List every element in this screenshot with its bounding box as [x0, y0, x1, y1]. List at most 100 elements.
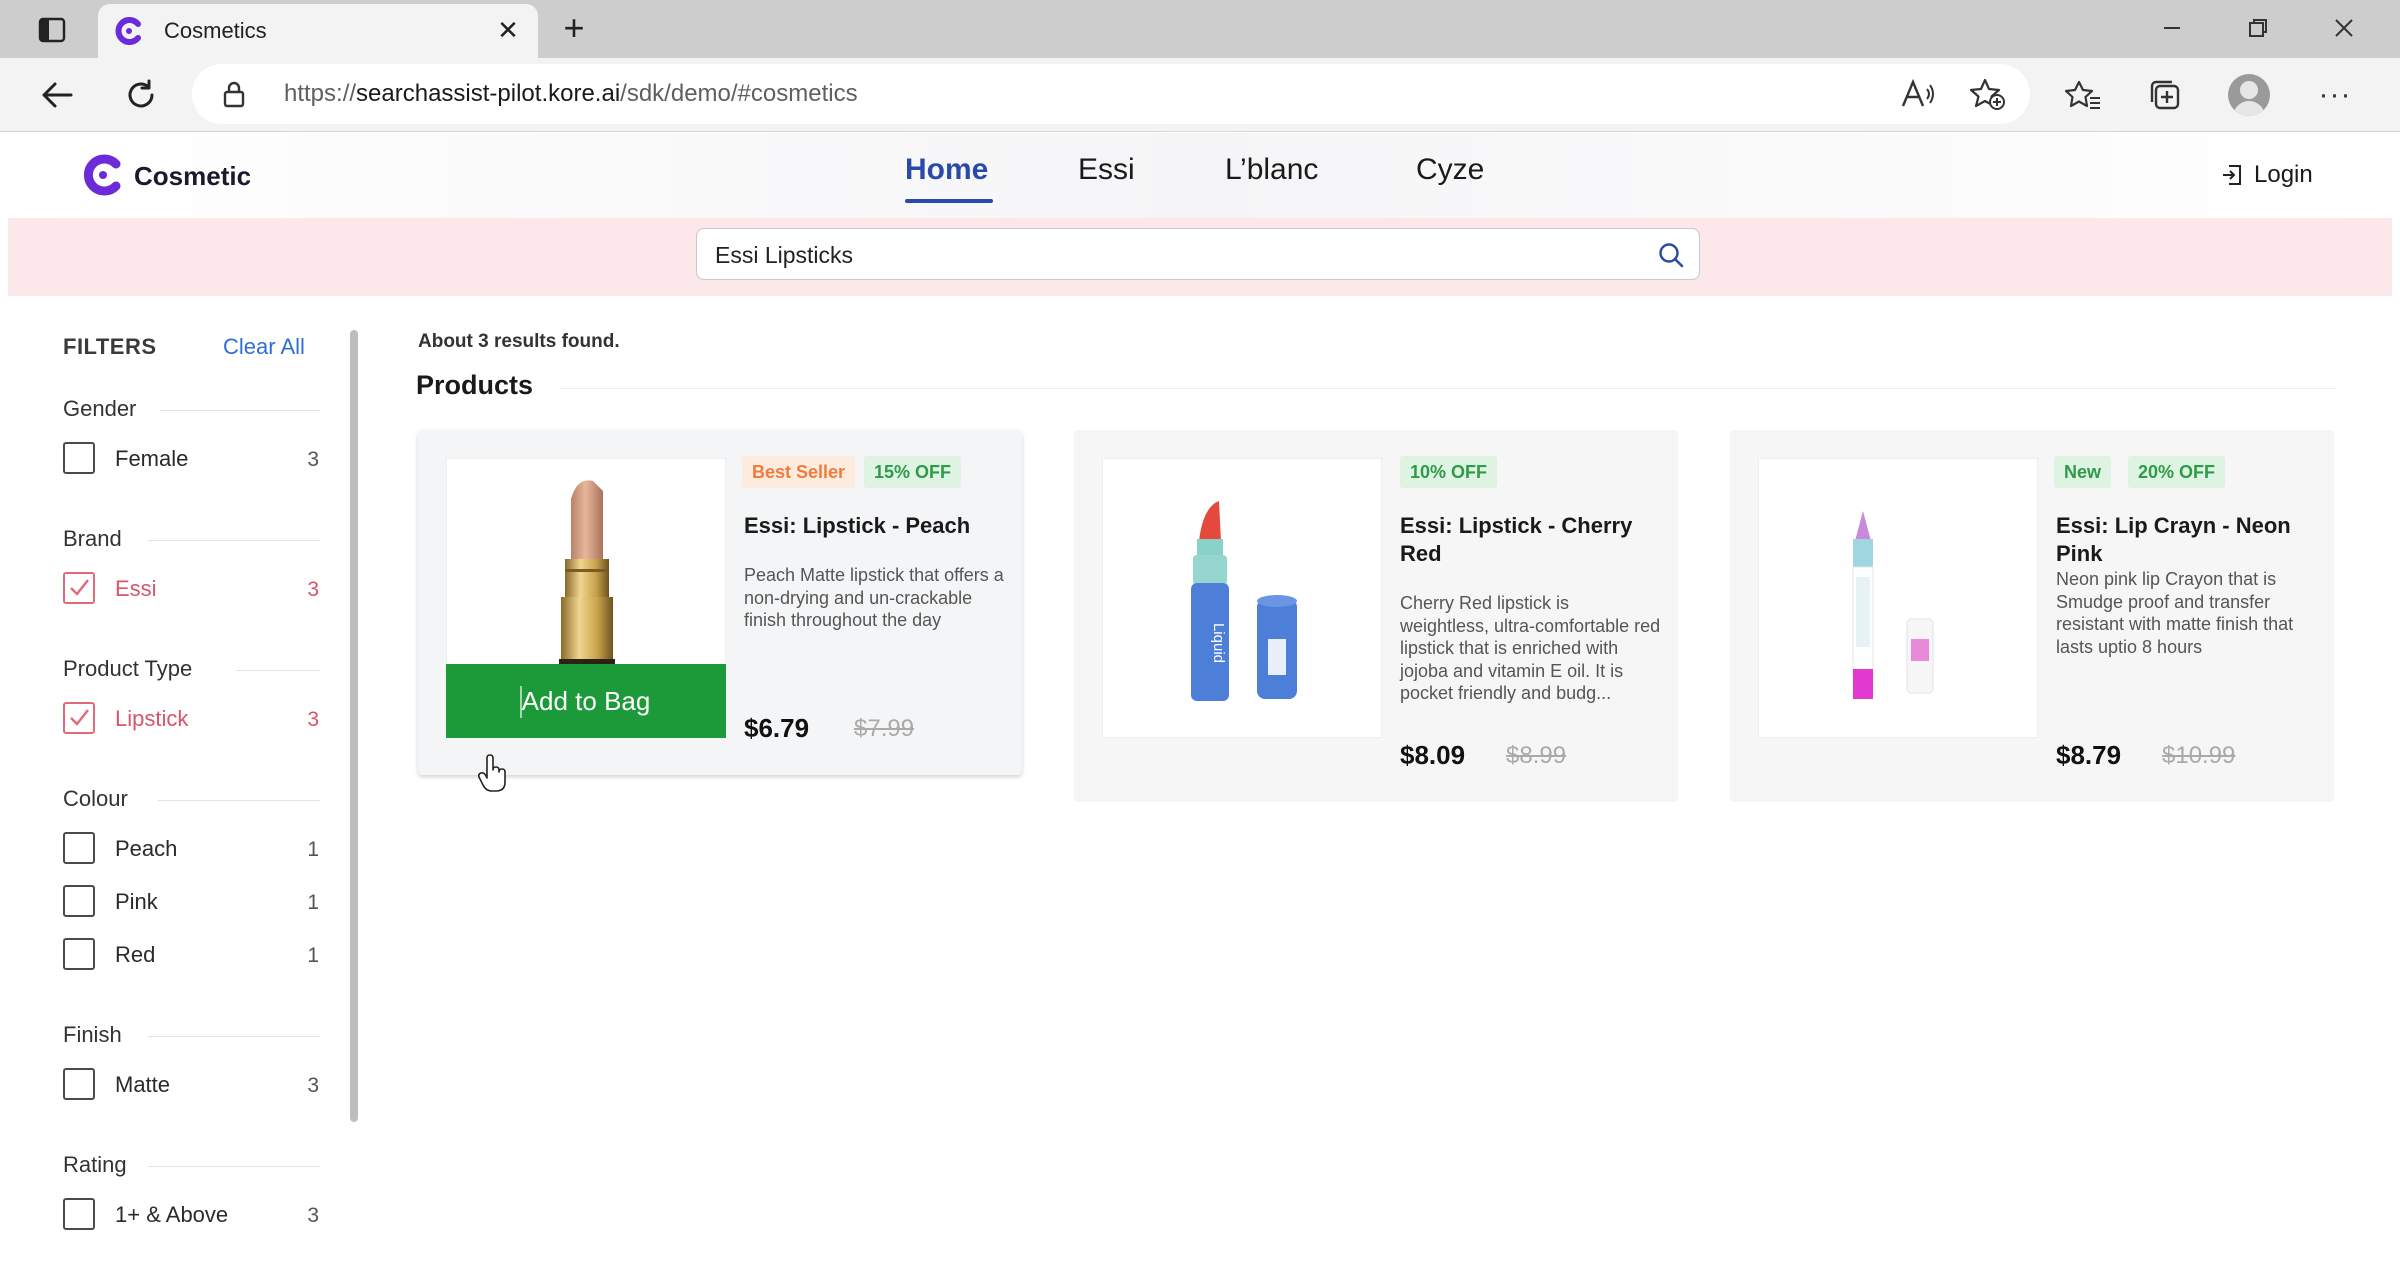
facet-essi[interactable]: Essi 3 [63, 572, 319, 606]
product-image[interactable] [1758, 458, 2038, 738]
product-image[interactable]: Liquid [1102, 458, 1382, 738]
product-description: Peach Matte lipstick that offers a non-d… [744, 565, 1004, 630]
window-close-button[interactable] [2314, 8, 2374, 48]
reload-icon [128, 79, 154, 108]
facet-count: 1 [307, 891, 319, 914]
search-box[interactable] [696, 228, 1700, 280]
divider [148, 540, 320, 541]
read-aloud-icon [1901, 79, 1934, 107]
filter-group-rating: Rating [63, 1152, 127, 1177]
results-count: About 3 results found. [418, 331, 620, 352]
facet-count: 3 [307, 708, 319, 731]
product-description: Cherry Red lipstick is weightless, ultra… [1400, 593, 1661, 703]
plus-icon: + [563, 7, 585, 48]
logo-text[interactable]: Cosmetic [134, 161, 251, 192]
tab-close-button[interactable]: ✕ [492, 14, 524, 46]
minimize-button[interactable] [2142, 8, 2202, 48]
checkbox[interactable] [63, 885, 95, 917]
button-separator [520, 686, 522, 718]
facet-peach[interactable]: Peach 1 [63, 832, 319, 866]
more-menu-button[interactable]: ··· [2312, 74, 2358, 116]
filters-sidebar: FILTERS Clear All Gender Female 3 Brand … [8, 296, 360, 1275]
product-title[interactable]: Essi: Lipstick - Peach [744, 512, 1004, 540]
restore-button[interactable] [2228, 8, 2288, 48]
filters-title: FILTERS [63, 334, 157, 359]
facet-pink[interactable]: Pink 1 [63, 885, 319, 919]
login-icon [2223, 165, 2241, 185]
browser-tab-active[interactable]: Cosmetics ✕ [98, 4, 538, 58]
active-menu-underline [905, 199, 993, 203]
favorites-button[interactable] [2062, 74, 2104, 116]
divider [148, 1166, 320, 1167]
product-card[interactable]: New 20% OFF Essi: Lip Crayn - Neon Pink … [1730, 430, 2334, 802]
product-card[interactable]: Liquid 10% OFF Essi: Lipstick - Cherry R… [1074, 430, 1678, 802]
url-path: /sdk/demo/#cosmetics [620, 80, 858, 107]
facet-lipstick[interactable]: Lipstick 3 [63, 702, 319, 736]
product-description: Neon pink lip Crayon that is Smudge proo… [2056, 569, 2294, 657]
product-card[interactable]: Best Seller 15% OFF Essi: Lipstick - Pea… [418, 430, 1022, 775]
menu-lblanc[interactable]: L’blanc [1225, 153, 1318, 187]
filter-group-gender: Gender [63, 396, 137, 421]
checkbox[interactable] [63, 442, 95, 474]
search-input[interactable] [715, 240, 1615, 270]
reload-button[interactable] [120, 74, 162, 116]
facet-female[interactable]: Female 3 [63, 442, 319, 476]
star-add-icon [1970, 78, 2005, 110]
tab-actions-button[interactable] [30, 12, 74, 48]
product-title[interactable]: Essi: Lipstick - Cherry Red [1400, 512, 1660, 568]
facet-red[interactable]: Red 1 [63, 938, 319, 972]
search-icon[interactable] [1657, 241, 1685, 269]
liquid-lipstick-icon: Liquid [1191, 501, 1297, 701]
facet-matte[interactable]: Matte 3 [63, 1068, 319, 1102]
add-favorite-button[interactable] [1968, 76, 2008, 112]
menu-essi[interactable]: Essi [1078, 153, 1135, 187]
product-title[interactable]: Essi: Lip Crayn - Neon Pink [2056, 512, 2316, 568]
collections-button[interactable] [2144, 74, 2186, 116]
new-tab-button[interactable]: + [556, 10, 592, 46]
peach-lipstick-icon [559, 480, 615, 669]
ellipsis-icon: ··· [2318, 78, 2352, 111]
collections-icon [2150, 80, 2180, 110]
menu-cyze[interactable]: Cyze [1416, 153, 1484, 187]
filter-group-brand: Brand [63, 526, 122, 551]
facet-label: Essi [115, 576, 157, 601]
facet-count: 3 [307, 1204, 319, 1227]
menu-home[interactable]: Home [905, 153, 988, 187]
favorites-icon [2065, 80, 2100, 109]
cosmetic-logo-icon [115, 17, 141, 45]
checkbox[interactable] [63, 938, 95, 970]
facet-rating-1-plus[interactable]: 1+ & Above 3 [63, 1198, 319, 1232]
add-to-bag-button[interactable]: Add to Bag [446, 664, 726, 738]
clear-all-link[interactable]: Clear All [223, 334, 305, 360]
read-aloud-button[interactable] [1898, 76, 1938, 112]
checkbox[interactable] [63, 832, 95, 864]
product-original-price: $8.99 [1506, 742, 1567, 769]
checkbox[interactable] [63, 1198, 95, 1230]
filter-group-product-type: Product Type [63, 656, 193, 681]
address-bar[interactable]: https://searchassist-pilot.kore.ai/sdk/d… [192, 64, 2030, 124]
product-original-price: $10.99 [2162, 742, 2236, 769]
checkmark-icon [70, 579, 89, 596]
profile-avatar[interactable] [2228, 74, 2270, 116]
checkbox[interactable] [63, 1068, 95, 1100]
back-button[interactable] [36, 74, 78, 116]
checkbox-checked[interactable] [63, 702, 95, 734]
product-original-price: $7.99 [854, 715, 915, 742]
divider [560, 388, 2336, 389]
close-icon [2335, 19, 2353, 37]
checkbox-checked[interactable] [63, 572, 95, 604]
divider [148, 1036, 320, 1037]
sidebar-scrollbar[interactable] [350, 330, 358, 1122]
discount-badge: 20% OFF [2128, 456, 2226, 488]
url-text: https://searchassist-pilot.kore.ai/sdk/d… [284, 80, 858, 108]
facet-count: 1 [307, 838, 319, 861]
divider [160, 410, 320, 411]
minimize-icon [2164, 27, 2180, 29]
login-button[interactable]: Login [2220, 159, 2313, 191]
tab-title: Cosmetics [164, 18, 267, 43]
cosmetic-logo-icon[interactable] [80, 153, 124, 197]
back-arrow-icon [42, 82, 73, 108]
facet-label: Lipstick [115, 706, 189, 731]
add-to-bag-label: Add to Bag [521, 685, 651, 716]
products-section-title: Products [416, 370, 534, 400]
